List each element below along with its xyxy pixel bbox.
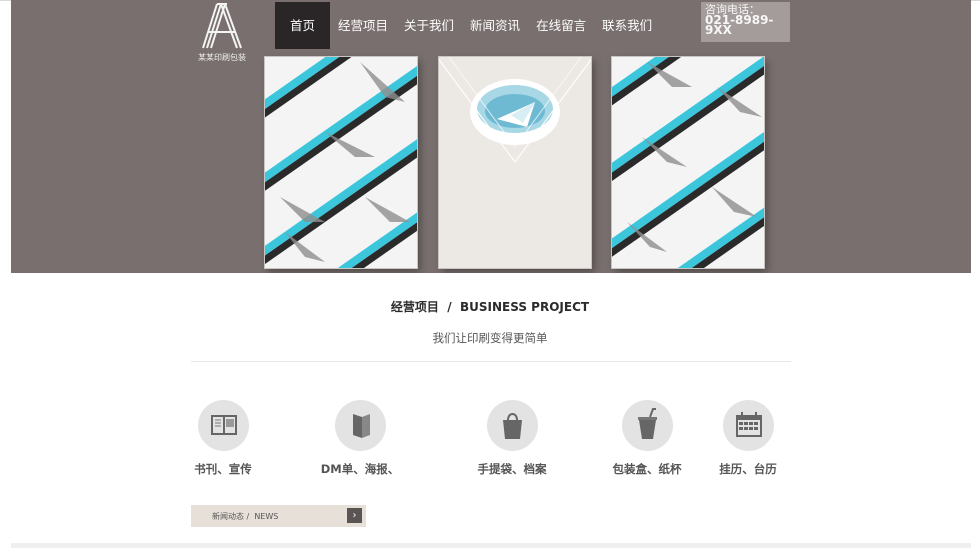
nav-item-contact[interactable]: 联系我们	[594, 2, 660, 49]
nav-item-home[interactable]: 首页	[275, 2, 331, 49]
service-label: 包装盒、纸杯	[612, 462, 682, 475]
section-title: 经营项目 / BUSINESS PROJECT	[390, 300, 590, 314]
section-divider	[191, 361, 791, 362]
service-item-packaging[interactable]: 包装盒、纸杯	[592, 400, 702, 475]
paper-boat-bowl	[439, 57, 591, 268]
service-item-dm[interactable]: DM单、海报、	[305, 400, 415, 475]
calendar-icon	[735, 412, 762, 437]
bag-icon	[502, 413, 522, 439]
service-circle	[486, 400, 538, 451]
hero-banner: 某某印刷包装 首页 经营项目 关于我们 新闻资讯 在线留言 联系我们 咨询电话：…	[11, 0, 971, 273]
poster-left	[265, 57, 417, 268]
service-label: DM单、海报、	[320, 462, 400, 475]
service-item-books[interactable]: 书刊、宣传	[168, 400, 278, 475]
logo-a-mark-icon	[202, 3, 242, 49]
news-header-bar: 新闻动态 / NEWS ›	[191, 505, 366, 527]
leaflet-icon	[352, 414, 370, 438]
hotline-box: 咨询电话： 021-8989-9XX	[701, 2, 790, 42]
service-circle	[197, 400, 249, 451]
bottom-border	[11, 543, 971, 548]
news-title: 新闻动态 / NEWS	[212, 512, 279, 521]
nav-item-news[interactable]: 新闻资讯	[462, 2, 528, 49]
logo-text: 某某印刷包装	[198, 53, 246, 62]
poster-center	[439, 57, 591, 268]
news-more-button[interactable]: ›	[347, 508, 362, 523]
main-nav: 首页 经营项目 关于我们 新闻资讯 在线留言 联系我们	[275, 2, 660, 49]
envelope-pattern-right	[612, 57, 764, 268]
nav-item-message[interactable]: 在线留言	[528, 2, 594, 49]
envelope-pattern-left	[265, 57, 417, 268]
service-circle	[334, 400, 386, 451]
service-circle	[621, 400, 673, 451]
hotline-number: 021-8989-9XX	[705, 13, 774, 37]
site-logo[interactable]: 某某印刷包装	[197, 2, 246, 64]
service-circle	[722, 400, 774, 451]
poster-right	[612, 57, 764, 268]
service-item-bags[interactable]: 手提袋、档案	[457, 400, 567, 475]
section-subtitle: 我们让印刷变得更简单	[432, 331, 548, 345]
service-label: 挂历、台历	[719, 462, 777, 475]
service-label: 书刊、宣传	[194, 462, 252, 475]
nav-item-business[interactable]: 经营项目	[330, 2, 396, 49]
service-item-calendar[interactable]: 挂历、台历	[693, 400, 803, 475]
cup-icon	[637, 408, 657, 439]
book-icon	[210, 415, 237, 435]
service-label: 手提袋、档案	[477, 462, 547, 475]
nav-item-about[interactable]: 关于我们	[396, 2, 462, 49]
